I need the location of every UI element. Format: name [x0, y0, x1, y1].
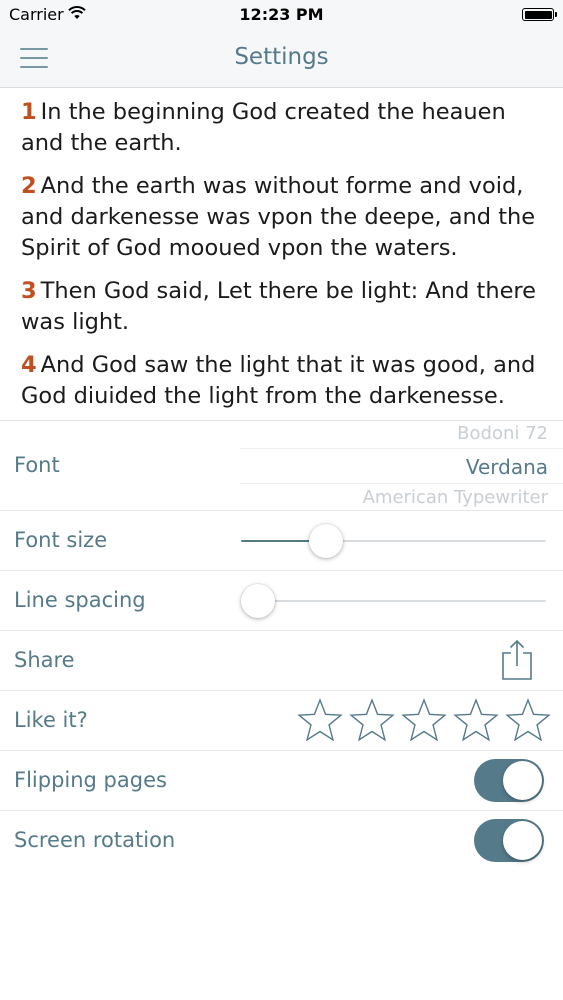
- verse-number: 3: [21, 278, 37, 304]
- battery-icon: [522, 8, 554, 21]
- toggle-knob: [503, 821, 542, 860]
- verse-number: 4: [21, 352, 37, 378]
- verse: 2 And the earth was without forme and voi…: [21, 171, 542, 264]
- settings-panel: Font Bodoni 72 Verdana American Typewrit…: [0, 420, 563, 1000]
- star-outline-icon[interactable]: [296, 697, 344, 745]
- screen-rotation-toggle[interactable]: [474, 819, 544, 862]
- verse: 3 Then God said, Let there be light: And …: [21, 276, 542, 338]
- like-label: Like it?: [14, 708, 88, 732]
- font-option[interactable]: American Typewriter: [363, 487, 548, 508]
- flipping-pages-toggle[interactable]: [474, 759, 544, 802]
- font-label: Font: [14, 453, 60, 477]
- page-title: Settings: [234, 44, 329, 70]
- star-outline-icon[interactable]: [452, 697, 500, 745]
- line-spacing-label: Line spacing: [14, 588, 146, 612]
- share-row[interactable]: Share: [0, 631, 563, 691]
- share-label: Share: [14, 648, 75, 672]
- font-picker[interactable]: Bodoni 72 Verdana American Typewriter: [240, 421, 563, 511]
- verse-text: And God saw the light that it was good, …: [21, 352, 536, 409]
- star-outline-icon[interactable]: [504, 697, 552, 745]
- font-option[interactable]: Bodoni 72: [457, 423, 548, 444]
- status-bar: Carrier 12:23 PM: [0, 0, 563, 28]
- slider-thumb[interactable]: [241, 584, 275, 618]
- line-spacing-slider[interactable]: [241, 581, 546, 621]
- verse-number: 2: [21, 173, 37, 199]
- verse: 4 And God saw the light that it was good,…: [21, 350, 542, 412]
- screen-rotation-label: Screen rotation: [14, 828, 176, 852]
- like-row: Like it?: [0, 691, 563, 751]
- status-time: 12:23 PM: [239, 5, 324, 24]
- font-size-label: Font size: [14, 528, 108, 552]
- verse-text: Then God said, Let there be light: And t…: [21, 278, 537, 335]
- font-size-row: Font size: [0, 511, 563, 571]
- verse: 1 In the beginning God created the heauen…: [21, 97, 542, 159]
- verse-number: 1: [21, 99, 37, 125]
- line-spacing-row: Line spacing: [0, 571, 563, 631]
- screen-rotation-row: Screen rotation: [0, 811, 563, 871]
- verse-text: And the earth was without forme and void…: [21, 173, 536, 261]
- font-option-selected[interactable]: Verdana: [466, 455, 548, 479]
- toggle-knob: [503, 761, 542, 800]
- star-outline-icon[interactable]: [348, 697, 396, 745]
- rating-stars[interactable]: [296, 697, 552, 745]
- battery-tip: [555, 12, 557, 17]
- reader-text-area[interactable]: 1 In the beginning God created the heauen…: [0, 88, 563, 420]
- share-icon[interactable]: [500, 639, 534, 681]
- star-outline-icon[interactable]: [400, 697, 448, 745]
- slider-thumb[interactable]: [308, 524, 343, 558]
- flipping-pages-row: Flipping pages: [0, 751, 563, 811]
- flipping-pages-label: Flipping pages: [14, 768, 167, 792]
- font-size-slider[interactable]: [241, 521, 546, 561]
- verse-text: In the beginning God created the heauen …: [21, 99, 506, 156]
- font-row: Font Bodoni 72 Verdana American Typewrit…: [0, 421, 563, 511]
- navigation-bar: Settings: [0, 28, 563, 88]
